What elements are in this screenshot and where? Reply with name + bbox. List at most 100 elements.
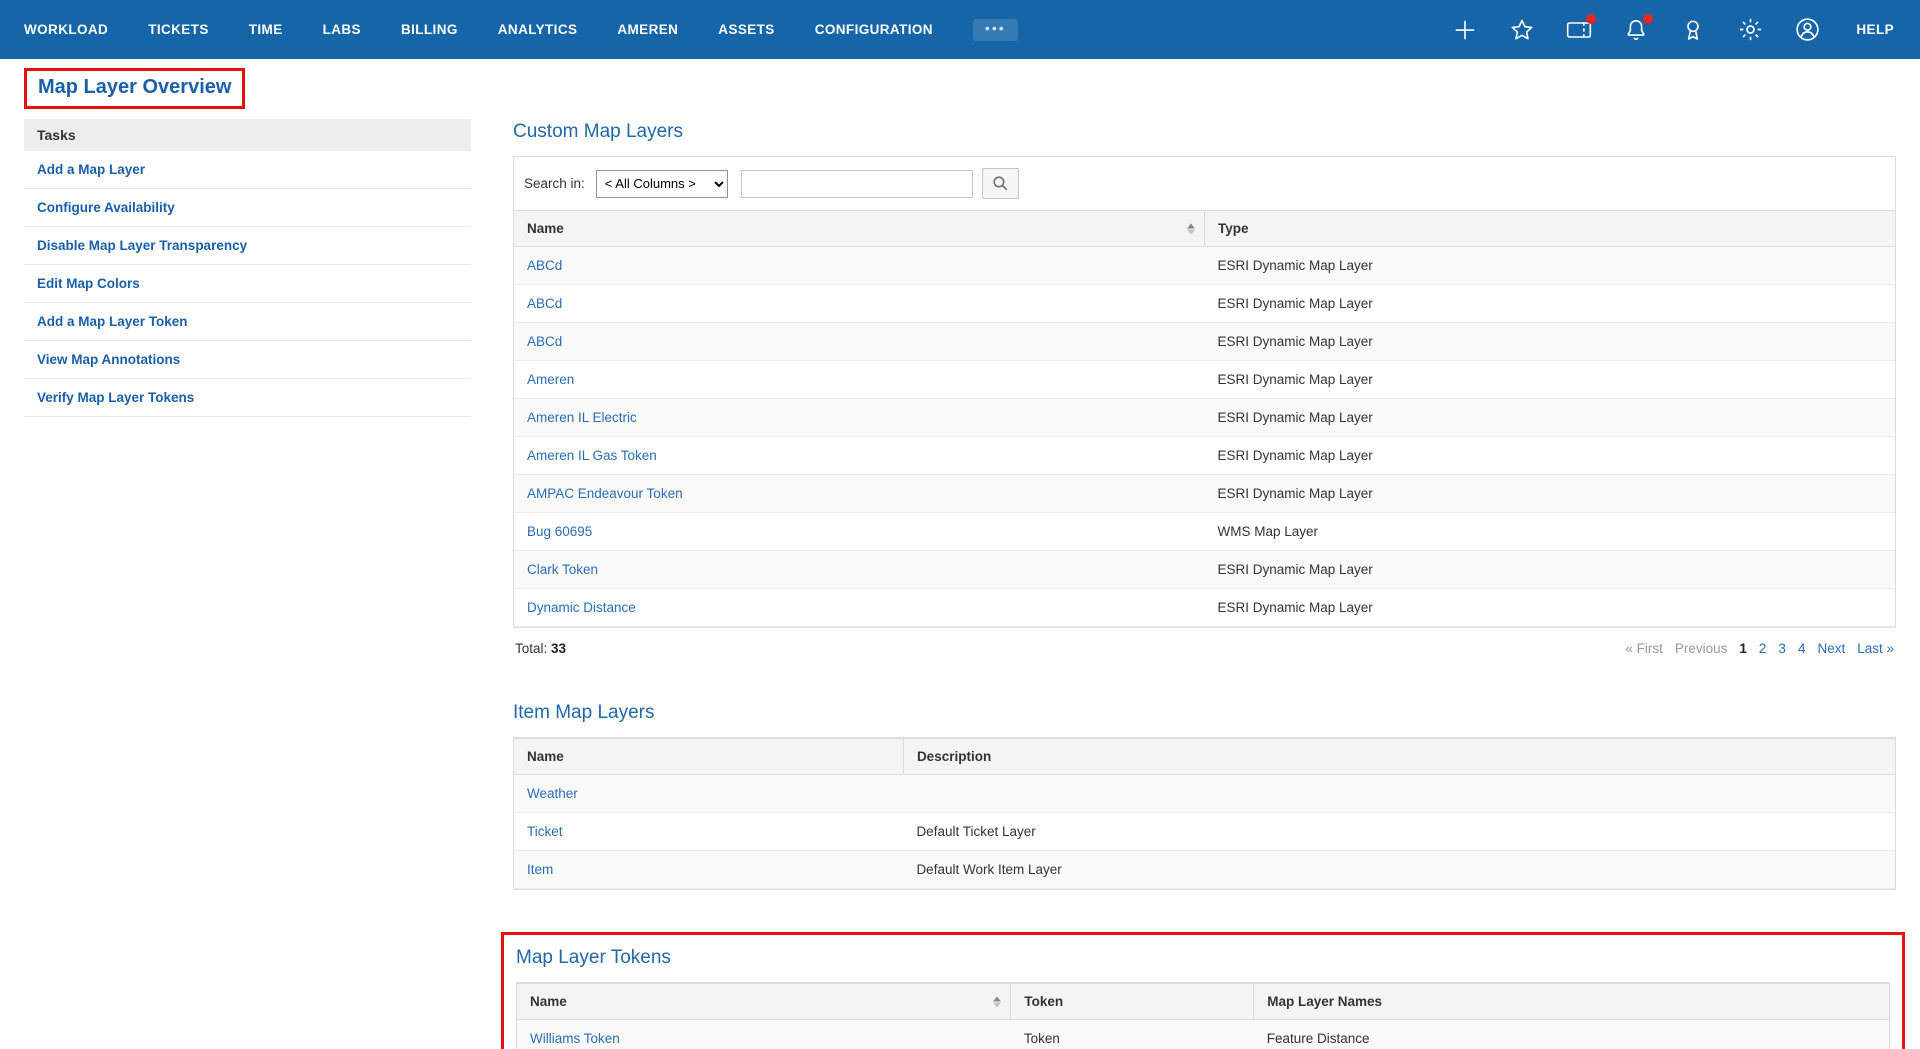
- task-configure-availability[interactable]: Configure Availability: [24, 189, 471, 227]
- column-header-name[interactable]: Name: [514, 210, 1205, 247]
- total-value: 33: [551, 641, 567, 656]
- table-row: Williams Token Token Feature Distance: [517, 1019, 1889, 1049]
- map-layer-tokens-annotation: Map Layer Tokens Name Token Map Layer Na…: [501, 932, 1905, 1049]
- search-icon: [993, 176, 1008, 191]
- column-header-name-label: Name: [530, 994, 567, 1009]
- token-name-link[interactable]: Williams Token: [530, 1031, 620, 1046]
- item-map-layers-section: Item Map Layers Name Description Weather…: [513, 702, 1896, 890]
- custom-map-layers-title: Custom Map Layers: [513, 121, 684, 142]
- map-layer-tokens-table-body: Williams Token Token Feature Distance: [517, 1019, 1889, 1049]
- column-header-type[interactable]: Type: [1204, 210, 1895, 247]
- table-row: ABCd ESRI Dynamic Map Layer: [514, 284, 1895, 323]
- map-layer-type-cell: ESRI Dynamic Map Layer: [1204, 436, 1895, 475]
- table-row: Ameren ESRI Dynamic Map Layer: [514, 360, 1895, 399]
- column-header-token[interactable]: Token: [1010, 983, 1254, 1020]
- item-layer-description-cell: Default Work Item Layer: [903, 850, 1895, 889]
- table-row: Clark Token ESRI Dynamic Map Layer: [514, 550, 1895, 589]
- nav-item-labs[interactable]: LABS: [323, 22, 361, 37]
- help-link[interactable]: HELP: [1856, 22, 1894, 37]
- search-column-select[interactable]: < All Columns >: [595, 169, 728, 198]
- tickets-badge: [1586, 13, 1597, 24]
- nav-more-button[interactable]: •••: [972, 18, 1018, 41]
- column-header-name[interactable]: Name: [517, 983, 1011, 1020]
- nav-item-time[interactable]: TIME: [249, 22, 283, 37]
- search-button[interactable]: [981, 168, 1019, 199]
- settings-icon[interactable]: [1736, 16, 1764, 44]
- map-layer-name-link[interactable]: Bug 60695: [527, 524, 592, 539]
- search-row: Search in: < All Columns >: [514, 157, 1895, 210]
- search-input[interactable]: [740, 169, 973, 198]
- tickets-icon[interactable]: [1565, 13, 1597, 44]
- nav-item-analytics[interactable]: ANALYTICS: [498, 22, 578, 37]
- map-layer-type-cell: ESRI Dynamic Map Layer: [1204, 284, 1895, 323]
- item-layer-description-cell: [903, 774, 1895, 813]
- table-row: Dynamic Distance ESRI Dynamic Map Layer: [514, 588, 1895, 627]
- nav-items: WORKLOAD TICKETS TIME LABS BILLING ANALY…: [24, 18, 1018, 41]
- pagination-previous[interactable]: Previous: [1675, 641, 1728, 656]
- map-layer-name-link[interactable]: Clark Token: [527, 562, 598, 577]
- nav-item-assets[interactable]: ASSETS: [718, 22, 774, 37]
- table-header-row: Name Type: [514, 210, 1895, 247]
- pagination-last[interactable]: Last »: [1857, 641, 1894, 656]
- total-label: Total:: [515, 641, 548, 656]
- table-row: ABCd ESRI Dynamic Map Layer: [514, 246, 1895, 285]
- column-header-name[interactable]: Name: [514, 738, 904, 775]
- table-row: Item Default Work Item Layer: [514, 850, 1895, 889]
- task-disable-map-layer-transparency[interactable]: Disable Map Layer Transparency: [24, 227, 471, 265]
- pagination-first[interactable]: « First: [1625, 641, 1663, 656]
- nav-item-tickets[interactable]: TICKETS: [148, 22, 209, 37]
- pagination-next[interactable]: Next: [1817, 641, 1845, 656]
- notifications-icon[interactable]: [1622, 13, 1654, 44]
- pagination-page-2[interactable]: 2: [1759, 641, 1767, 656]
- pagination-page-1[interactable]: 1: [1739, 641, 1747, 656]
- sort-icon[interactable]: [993, 996, 1002, 1007]
- table-header-row: Name Description: [514, 738, 1895, 775]
- map-layer-name-link[interactable]: ABCd: [527, 334, 562, 349]
- map-layer-name-link[interactable]: ABCd: [527, 258, 562, 273]
- nav-item-configuration[interactable]: CONFIGURATION: [815, 22, 933, 37]
- badge-icon[interactable]: [1679, 16, 1707, 44]
- add-icon[interactable]: [1451, 16, 1479, 44]
- top-nav: WORKLOAD TICKETS TIME LABS BILLING ANALY…: [0, 0, 1920, 59]
- nav-item-billing[interactable]: BILLING: [401, 22, 458, 37]
- sort-icon[interactable]: [1187, 223, 1195, 234]
- tasks-sidebar: Tasks Add a Map Layer Configure Availabi…: [24, 119, 471, 417]
- pagination: « First Previous 1 2 3 4 Next Last »: [1625, 641, 1894, 656]
- item-map-layers-title: Item Map Layers: [513, 702, 655, 723]
- custom-map-layers-section: Custom Map Layers Search in: < All Colum…: [513, 121, 1896, 656]
- profile-icon[interactable]: [1793, 16, 1821, 44]
- map-layer-name-link[interactable]: ABCd: [527, 296, 562, 311]
- map-layer-name-link[interactable]: Ameren IL Electric: [527, 410, 637, 425]
- custom-map-layers-table-body: ABCd ESRI Dynamic Map Layer ABCd ESRI Dynam…: [514, 246, 1895, 627]
- task-verify-map-layer-tokens[interactable]: Verify Map Layer Tokens: [24, 379, 471, 417]
- map-layer-name-link[interactable]: Dynamic Distance: [527, 600, 636, 615]
- item-layer-name-link[interactable]: Weather: [527, 786, 578, 801]
- item-layer-description-cell: Default Ticket Layer: [903, 812, 1895, 851]
- nav-item-ameren[interactable]: AMEREN: [617, 22, 678, 37]
- map-layer-type-cell: ESRI Dynamic Map Layer: [1204, 246, 1895, 285]
- task-view-map-annotations[interactable]: View Map Annotations: [24, 341, 471, 379]
- map-layer-tokens-title: Map Layer Tokens: [516, 947, 671, 968]
- map-layer-type-cell: ESRI Dynamic Map Layer: [1204, 588, 1895, 627]
- nav-item-workload[interactable]: WORKLOAD: [24, 22, 108, 37]
- column-header-map-layer-names[interactable]: Map Layer Names: [1253, 983, 1889, 1020]
- notifications-badge: [1643, 13, 1654, 24]
- task-edit-map-colors[interactable]: Edit Map Colors: [24, 265, 471, 303]
- map-layer-type-cell: ESRI Dynamic Map Layer: [1204, 474, 1895, 513]
- map-layer-name-link[interactable]: Ameren IL Gas Token: [527, 448, 657, 463]
- item-layer-name-link[interactable]: Ticket: [527, 824, 563, 839]
- map-layer-type-cell: WMS Map Layer: [1204, 512, 1895, 551]
- task-add-a-map-layer[interactable]: Add a Map Layer: [24, 151, 471, 189]
- favorites-icon[interactable]: [1508, 16, 1536, 44]
- table-row: Ticket Default Ticket Layer: [514, 812, 1895, 851]
- task-add-a-map-layer-token[interactable]: Add a Map Layer Token: [24, 303, 471, 341]
- column-header-description[interactable]: Description: [902, 738, 1895, 775]
- table-row: Ameren IL Electric ESRI Dynamic Map Layer: [514, 398, 1895, 437]
- table-row: Weather: [514, 774, 1895, 813]
- map-layer-name-link[interactable]: AMPAC Endeavour Token: [527, 486, 683, 501]
- table-row: Ameren IL Gas Token ESRI Dynamic Map Laye…: [514, 436, 1895, 475]
- pagination-page-3[interactable]: 3: [1778, 641, 1786, 656]
- map-layer-name-link[interactable]: Ameren: [527, 372, 574, 387]
- pagination-page-4[interactable]: 4: [1798, 641, 1806, 656]
- item-layer-name-link[interactable]: Item: [527, 862, 553, 877]
